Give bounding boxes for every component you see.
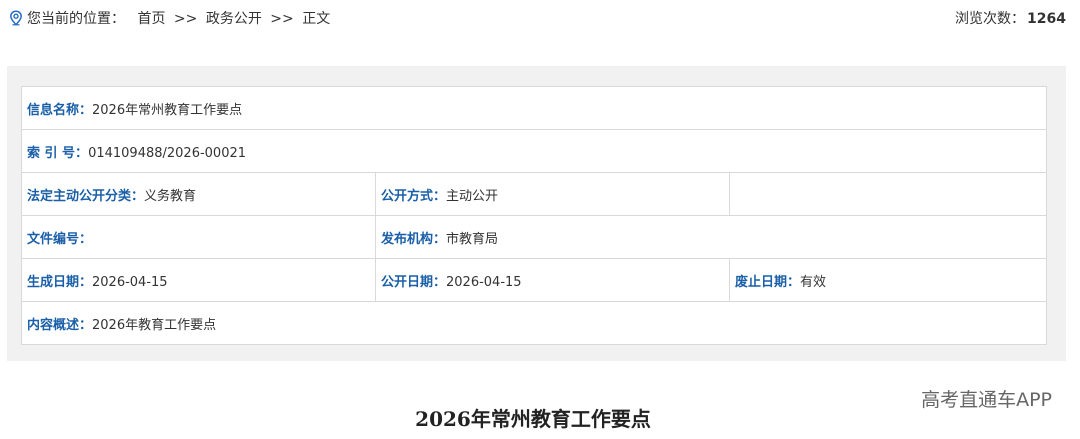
table-row: 生成日期：2026-04-15 公开日期：2026-04-15 废止日期：有效 — [21, 258, 1047, 302]
info-category-label: 法定主动公开分类： — [27, 188, 145, 204]
table-row: 文件编号： 发布机构：市教育局 — [21, 215, 1047, 259]
info-docno-cell: 文件编号： — [21, 215, 376, 259]
info-summary-value: 2026年教育工作要点 — [92, 317, 217, 333]
info-panel: 信息名称：2026年常州教育工作要点 索 引 号：014109488/2026-… — [7, 66, 1066, 361]
breadcrumb-separator: >> — [270, 11, 294, 27]
view-counter-label: 浏览次数： — [955, 11, 1026, 27]
info-org-value: 市教育局 — [446, 231, 499, 247]
info-index-value: 014109488/2026-00021 — [88, 145, 247, 161]
info-mode-label: 公开方式： — [381, 188, 447, 204]
info-category-cell: 法定主动公开分类：义务教育 — [21, 172, 376, 216]
view-counter: 浏览次数： 1264 — [955, 11, 1066, 27]
info-name-label: 信息名称： — [27, 102, 93, 118]
breadcrumb-current: 正文 — [302, 11, 331, 27]
table-row: 法定主动公开分类：义务教育 公开方式：主动公开 — [21, 172, 1047, 216]
breadcrumb-separator: >> — [173, 11, 198, 27]
empty-cell — [729, 172, 1047, 216]
info-category-value: 义务教育 — [144, 188, 197, 204]
info-summary-cell: 内容概述：2026年教育工作要点 — [21, 301, 1047, 345]
info-expiry-value: 有效 — [800, 274, 827, 290]
info-created-cell: 生成日期：2026-04-15 — [21, 258, 376, 302]
info-name-value: 2026年常州教育工作要点 — [92, 102, 243, 118]
info-name-cell: 信息名称：2026年常州教育工作要点 — [21, 86, 1047, 130]
info-published-cell: 公开日期：2026-04-15 — [375, 258, 730, 302]
breadcrumb-home-link[interactable]: 首页 — [137, 11, 165, 27]
info-summary-label: 内容概述： — [27, 317, 93, 333]
info-mode-value: 主动公开 — [446, 188, 499, 204]
top-bar: 您当前的位置： 首页 >> 政务公开 >> 正文 浏览次数： 1264 — [0, 0, 1080, 40]
table-row: 索 引 号：014109488/2026-00021 — [21, 129, 1047, 173]
info-expiry-cell: 废止日期：有效 — [729, 258, 1047, 302]
table-row: 信息名称：2026年常州教育工作要点 — [21, 86, 1047, 130]
location-pin-icon — [9, 10, 23, 26]
article-title: 2026年常州教育工作要点 — [415, 407, 651, 431]
info-published-value: 2026-04-15 — [446, 274, 522, 290]
breadcrumb: 您当前的位置： 首页 >> 政务公开 >> 正文 — [27, 11, 330, 27]
info-docno-label: 文件编号： — [27, 231, 93, 247]
info-created-label: 生成日期： — [27, 274, 93, 290]
breadcrumb-label: 您当前的位置： — [27, 11, 125, 27]
info-published-label: 公开日期： — [381, 274, 447, 290]
info-mode-cell: 公开方式：主动公开 — [375, 172, 730, 216]
breadcrumb-gov-affairs-link[interactable]: 政务公开 — [206, 11, 262, 27]
info-expiry-label: 废止日期： — [735, 274, 801, 290]
info-org-label: 发布机构： — [381, 231, 447, 247]
info-org-cell: 发布机构：市教育局 — [375, 215, 1047, 259]
info-table: 信息名称：2026年常州教育工作要点 索 引 号：014109488/2026-… — [21, 86, 1047, 345]
table-row: 内容概述：2026年教育工作要点 — [21, 301, 1047, 345]
info-created-value: 2026-04-15 — [92, 274, 168, 290]
view-counter-value: 1264 — [1027, 11, 1066, 27]
info-index-cell: 索 引 号：014109488/2026-00021 — [21, 129, 1047, 173]
info-index-label: 索 引 号： — [27, 145, 89, 161]
